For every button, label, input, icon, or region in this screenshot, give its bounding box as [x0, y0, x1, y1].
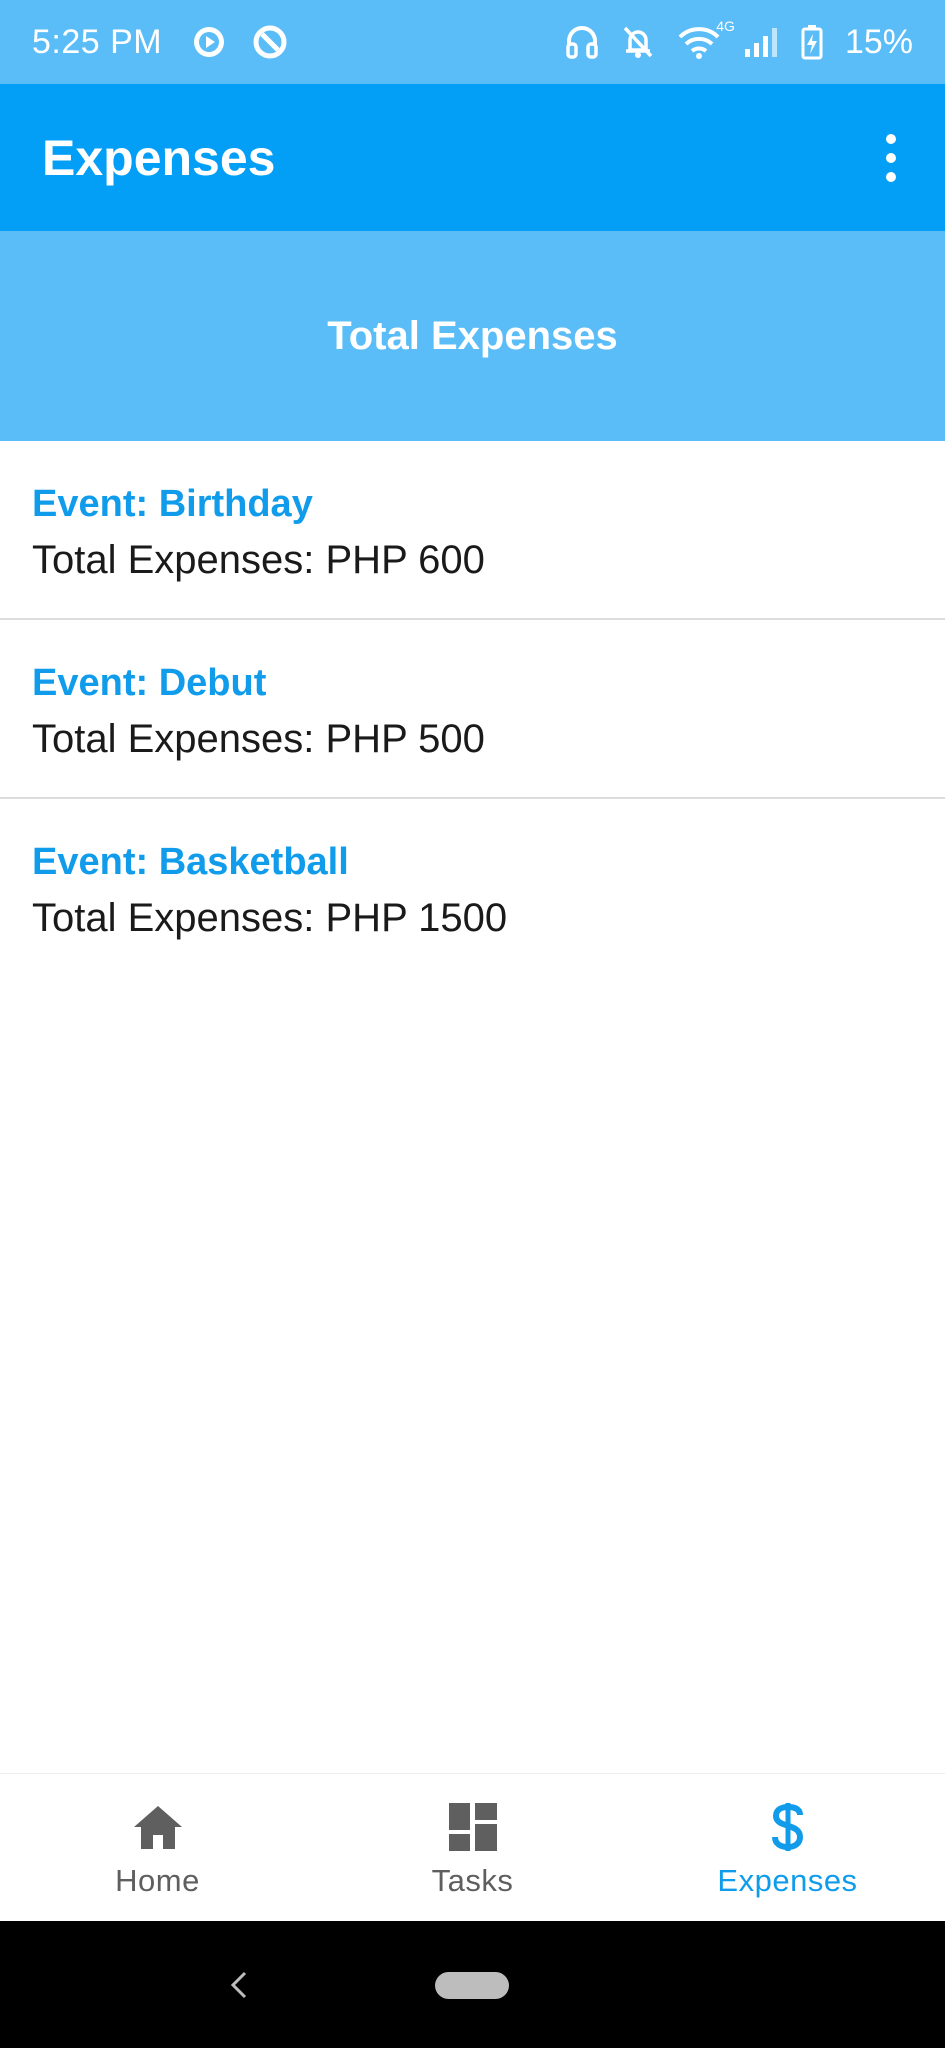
event-total: Total Expenses: PHP 600 — [32, 538, 485, 582]
dashboard-icon — [448, 1801, 498, 1853]
signal-icon — [743, 25, 779, 59]
header-title: Total Expenses — [327, 313, 618, 358]
app-bar: Expenses — [0, 84, 945, 231]
nav-item-tasks[interactable]: Tasks — [315, 1774, 630, 1921]
home-pill[interactable] — [435, 1972, 509, 1999]
sync-icon — [252, 24, 288, 60]
nav-label-home: Home — [115, 1863, 200, 1898]
headset-icon — [565, 24, 599, 60]
event-total: Total Expenses: PHP 500 — [32, 717, 485, 761]
bottom-navigation: Home Tasks Expenses — [0, 1773, 945, 1921]
media-play-icon — [192, 25, 226, 59]
wifi-icon: 4G — [677, 18, 735, 60]
nav-label-tasks: Tasks — [431, 1863, 514, 1898]
network-type: 4G — [716, 18, 735, 34]
status-time: 5:25 PM — [32, 22, 163, 61]
status-bar: 5:25 PM 4G 15% — [0, 0, 945, 84]
more-vert-icon[interactable] — [871, 128, 911, 188]
home-icon — [131, 1801, 185, 1853]
event-name: Event: Debut — [32, 662, 267, 704]
battery-charging-icon — [801, 24, 823, 60]
dollar-icon — [771, 1801, 805, 1853]
list-item[interactable]: Event: Basketball Total Expenses: PHP 15… — [0, 799, 945, 978]
list-item[interactable]: Event: Debut Total Expenses: PHP 500 — [0, 620, 945, 799]
list-item[interactable]: Event: Birthday Total Expenses: PHP 600 — [0, 441, 945, 620]
total-expenses-header: Total Expenses — [0, 231, 945, 441]
event-total: Total Expenses: PHP 1500 — [32, 896, 508, 940]
nav-item-expenses[interactable]: Expenses — [630, 1774, 945, 1921]
battery-percentage: 15% — [844, 22, 913, 61]
expense-list: Event: Birthday Total Expenses: PHP 600 … — [0, 441, 945, 978]
event-name: Event: Basketball — [32, 841, 349, 883]
page-title: Expenses — [42, 129, 276, 186]
event-name: Event: Birthday — [32, 483, 313, 525]
system-navigation-bar — [0, 1921, 945, 2048]
back-icon[interactable] — [224, 1965, 254, 2005]
nav-item-home[interactable]: Home — [0, 1774, 315, 1921]
bell-off-icon — [621, 24, 655, 60]
nav-label-expenses: Expenses — [717, 1863, 858, 1898]
